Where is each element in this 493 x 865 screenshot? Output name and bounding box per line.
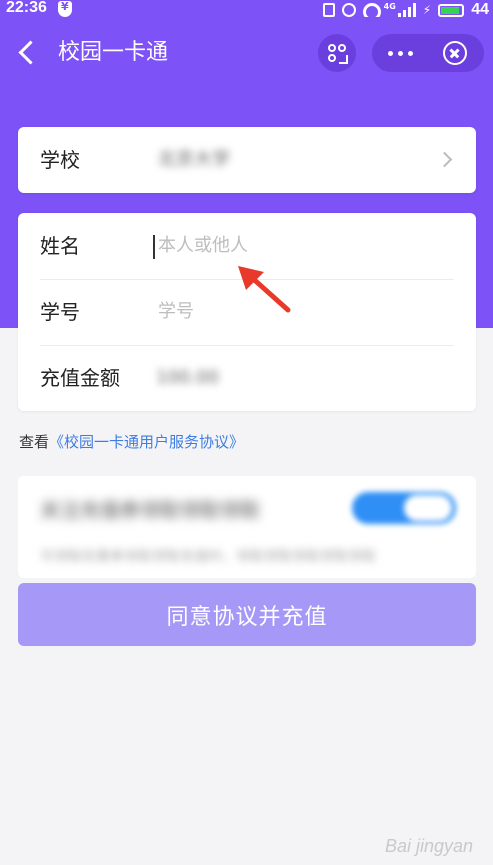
- school-card[interactable]: 学校 北京大学: [18, 127, 476, 193]
- more-button[interactable]: [388, 34, 413, 72]
- scan-icon: [328, 44, 336, 52]
- scan-icon-part: [328, 54, 336, 62]
- agreement-line: 查看《校园一卡通用户服务协议》: [19, 431, 244, 452]
- student-id-input[interactable]: 学号: [158, 279, 194, 345]
- back-button[interactable]: [14, 38, 44, 68]
- agreement-link[interactable]: 《校园一卡通用户服务协议》: [49, 433, 244, 451]
- miniapp-capsule: [372, 34, 484, 72]
- alarm-icon: [341, 3, 356, 17]
- close-button[interactable]: [443, 41, 467, 65]
- student-id-label: 学号: [40, 300, 80, 324]
- battery-percent: 44: [471, 1, 489, 18]
- amount-row[interactable]: 充值金额 100.00: [18, 345, 476, 411]
- agreement-prefix: 查看: [19, 433, 50, 451]
- notice-title: 关注充值券领取领取领取: [40, 498, 260, 522]
- page-title: 校园一卡通: [58, 40, 169, 65]
- scan-icon-part: [339, 55, 348, 64]
- watermark: Bai jingyan: [384, 836, 473, 856]
- wallet-shield-icon: [58, 0, 72, 17]
- name-label: 姓名: [40, 234, 80, 258]
- amount-input[interactable]: 100.00: [156, 345, 219, 411]
- red-pointer-arrow-icon: [238, 266, 291, 313]
- agree-and-recharge-button[interactable]: 同意协议并充值: [18, 583, 476, 646]
- vibrate-icon: [322, 3, 335, 17]
- status-icons: 4G ⚡ 44: [322, 0, 489, 20]
- signal-icon: [397, 3, 416, 17]
- network-type: 4G: [383, 1, 396, 11]
- battery-icon: [438, 3, 465, 17]
- charging-icon: ⚡: [422, 3, 432, 17]
- chevron-right-icon: [436, 151, 453, 168]
- status-time: 22:36: [6, 0, 47, 16]
- name-input[interactable]: 本人或他人: [158, 213, 248, 279]
- scan-icon-part: [338, 44, 346, 52]
- notice-card: 关注充值券领取领取领取 可领取优惠券领取领取充值时，领取领取领取领取领取: [18, 476, 476, 578]
- notice-toggle[interactable]: [352, 492, 456, 524]
- wifi-icon: [362, 3, 381, 17]
- school-row[interactable]: 学校 北京大学: [18, 127, 476, 193]
- text-cursor: [153, 235, 155, 259]
- notice-desc: 可领取优惠券领取领取充值时，领取领取领取领取领取: [40, 549, 376, 565]
- school-label: 学校: [40, 148, 80, 172]
- scan-button[interactable]: [318, 34, 356, 72]
- school-value: 北京大学: [158, 149, 230, 170]
- amount-label: 充值金额: [40, 366, 120, 390]
- status-bar: 22:36 4G ⚡ 44: [0, 0, 493, 20]
